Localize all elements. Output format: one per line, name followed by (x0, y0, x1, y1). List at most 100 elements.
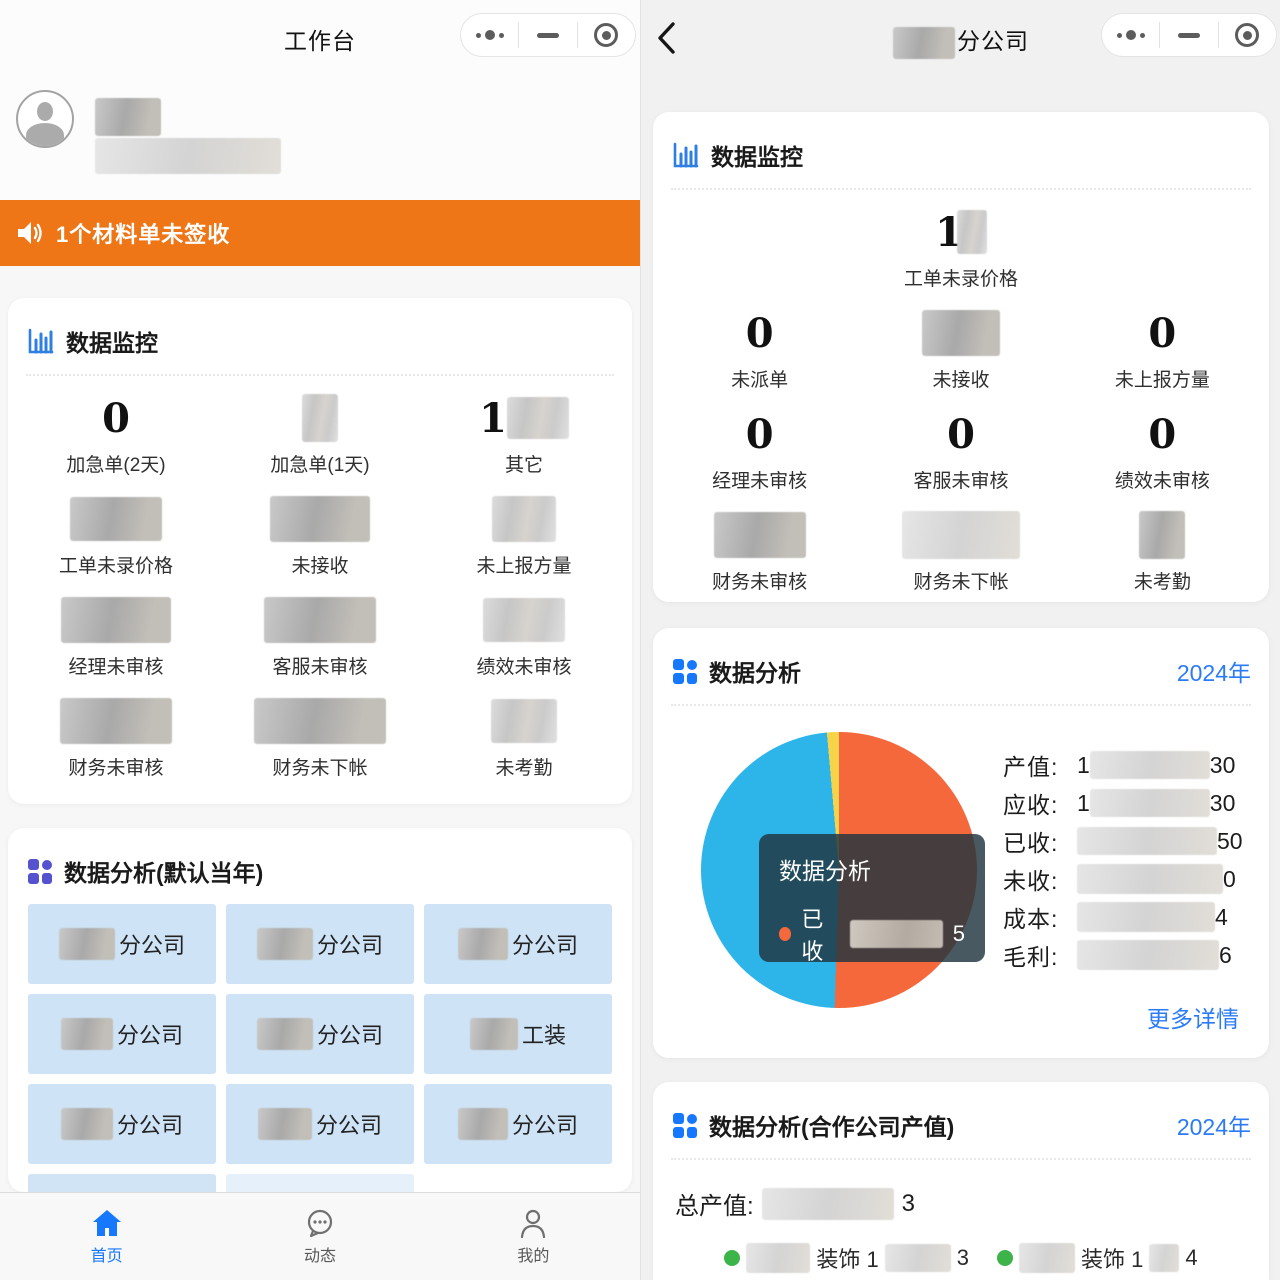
stat-service-unreviewed[interactable]: 客服未审核 (218, 584, 422, 685)
stat-finance-unreviewed[interactable]: 财务未审核 (659, 499, 860, 600)
stat-no-attendance[interactable]: 未考勤 (422, 685, 626, 786)
stat-no-volume[interactable]: 未上报方量 (422, 483, 626, 584)
workbench-page: 工作台 1个材料单未签收 (0, 0, 640, 1280)
stat-other[interactable]: 1 其它 (422, 382, 626, 483)
home-icon (91, 1208, 123, 1238)
coop-legend: 装饰 1 3 装饰 1 4 (653, 1242, 1269, 1274)
stat-undispatched[interactable]: 0 未派单 (659, 297, 860, 398)
company-button[interactable]: 分公司 (226, 904, 414, 984)
user-info-row (0, 76, 640, 200)
divider (671, 1158, 1251, 1160)
company-button-partial[interactable] (28, 1174, 216, 1192)
year-filter-link[interactable]: 2024年 (1177, 654, 1251, 688)
divider (671, 704, 1251, 706)
more-details-link[interactable]: 更多详情 (1147, 1000, 1239, 1034)
grid-icon (26, 857, 54, 885)
more-dots-icon[interactable] (1102, 14, 1159, 56)
tab-mine[interactable]: 我的 (427, 1193, 640, 1280)
person-icon (37, 102, 53, 121)
branch-header: 分公司 (641, 0, 1280, 76)
stat-finance-unbooked[interactable]: 财务未下帐 (218, 685, 422, 786)
stat-not-received[interactable]: 未接收 (860, 297, 1061, 398)
stat-service-unreviewed[interactable]: 0 客服未审核 (860, 398, 1061, 499)
company-button[interactable]: 工装 (424, 994, 612, 1074)
coop-analysis-card: 数据分析(合作公司产值) 2024年 总产值: 3 装饰 1 3 (653, 1082, 1269, 1280)
monitor-grid: 0 加急单(2天) 加急单(1天) 1 其它 工单未录价格 未接收 (8, 376, 632, 786)
stat-no-volume[interactable]: 0 未上报方量 (1062, 297, 1263, 398)
screenshot-stage: 工作台 1个材料单未签收 (0, 0, 1280, 1280)
stat-performance-unreviewed[interactable]: 0 绩效未审核 (1062, 398, 1263, 499)
stat-no-attendance[interactable]: 未考勤 (1062, 499, 1263, 600)
section-title: 数据分析 (709, 654, 801, 688)
stat-no-price[interactable]: 1 工单未录价格 (860, 196, 1061, 297)
tooltip-title: 数据分析 (779, 852, 965, 886)
total-output-line: 总产值: 3 (675, 1186, 915, 1221)
stat-receivable: 应收: 130 (1003, 784, 1253, 822)
censored-username-line1 (95, 98, 161, 136)
company-button-partial[interactable] (226, 1174, 414, 1192)
miniprogram-capsule (1101, 13, 1277, 57)
tab-moments[interactable]: 动态 (213, 1193, 426, 1280)
stat-gross-profit: 毛利: 6 (1003, 936, 1253, 974)
target-icon[interactable] (1219, 14, 1276, 56)
company-button[interactable]: 分公司 (424, 1084, 612, 1164)
data-monitor-card: 数据监控 1 工单未录价格 0 未派单 未接收 0 未上报方量 (653, 112, 1269, 602)
legend-dot-icon (997, 1250, 1013, 1266)
tab-home[interactable]: 首页 (0, 1193, 213, 1280)
more-dots-icon[interactable] (461, 14, 518, 56)
series-dot-icon (779, 927, 791, 941)
section-title: 数据分析(默认当年) (64, 854, 263, 888)
data-analysis-card: 数据分析 2024年 数据分析 已收 5 产值: 130 (653, 628, 1269, 1058)
company-button[interactable]: 分公司 (28, 994, 216, 1074)
notice-banner[interactable]: 1个材料单未签收 (0, 200, 640, 266)
legend-item: 装饰 1 3 (724, 1242, 969, 1274)
speaker-icon (16, 220, 44, 246)
stat-not-received[interactable]: 未接收 (218, 483, 422, 584)
stat-unreceived: 未收: 0 (1003, 860, 1253, 898)
stat-urgent-1d[interactable]: 加急单(1天) (218, 382, 422, 483)
bar-chart-icon (26, 326, 56, 356)
analysis-stats: 产值: 130 应收: 130 已收: 50 未收: 0 成本: 4 (1003, 746, 1253, 974)
workbench-header: 工作台 (0, 0, 640, 76)
stat-urgent-2d[interactable]: 0 加急单(2天) (14, 382, 218, 483)
data-monitor-card: 数据监控 0 加急单(2天) 加急单(1天) 1 其它 工单未录 (8, 298, 632, 804)
grid-icon (671, 1111, 699, 1139)
company-button[interactable]: 分公司 (226, 994, 414, 1074)
company-button[interactable]: 分公司 (28, 1084, 216, 1164)
chat-icon (304, 1208, 336, 1238)
data-analysis-card: 数据分析(默认当年) 分公司 分公司 分公司 分公司 分公司 工装 分公司 分公… (8, 828, 632, 1192)
bar-chart-icon (671, 140, 701, 170)
company-button[interactable]: 分公司 (28, 904, 216, 984)
company-button[interactable]: 分公司 (424, 904, 612, 984)
year-filter-link[interactable]: 2024年 (1177, 1108, 1251, 1142)
stat-performance-unreviewed[interactable]: 绩效未审核 (422, 584, 626, 685)
section-header: 数据分析(默认当年) (8, 828, 632, 904)
stat-output-value: 产值: 130 (1003, 746, 1253, 784)
section-title: 数据监控 (66, 324, 158, 358)
minimize-icon[interactable] (519, 14, 576, 56)
grid-icon (671, 657, 699, 685)
stat-manager-unreviewed[interactable]: 0 经理未审核 (659, 398, 860, 499)
stat-no-price[interactable]: 工单未录价格 (14, 483, 218, 584)
censored-username-line2 (95, 138, 281, 174)
stat-finance-unreviewed[interactable]: 财务未审核 (14, 685, 218, 786)
chart-tooltip: 数据分析 已收 5 (759, 834, 985, 962)
tooltip-series: 已收 (801, 902, 840, 966)
company-button[interactable]: 分公司 (226, 1084, 414, 1164)
tooltip-value-suffix: 5 (953, 921, 965, 947)
target-icon[interactable] (578, 14, 635, 56)
miniprogram-capsule (460, 13, 636, 57)
avatar[interactable] (16, 90, 74, 148)
section-header: 数据分析 2024年 (653, 628, 1269, 704)
section-header: 数据分析(合作公司产值) 2024年 (653, 1082, 1269, 1158)
section-title: 数据监控 (711, 138, 803, 172)
minimize-icon[interactable] (1160, 14, 1217, 56)
section-header: 数据监控 (8, 298, 632, 374)
stat-manager-unreviewed[interactable]: 经理未审核 (14, 584, 218, 685)
stat-finance-unbooked[interactable]: 财务未下帐 (860, 499, 1061, 600)
monitor-grid: 1 工单未录价格 0 未派单 未接收 0 未上报方量 0 经理未审核 (653, 190, 1269, 600)
stat-received: 已收: 50 (1003, 822, 1253, 860)
section-header: 数据监控 (653, 112, 1269, 188)
section-title: 数据分析(合作公司产值) (709, 1108, 954, 1142)
legend-item: 装饰 1 4 (997, 1242, 1198, 1274)
